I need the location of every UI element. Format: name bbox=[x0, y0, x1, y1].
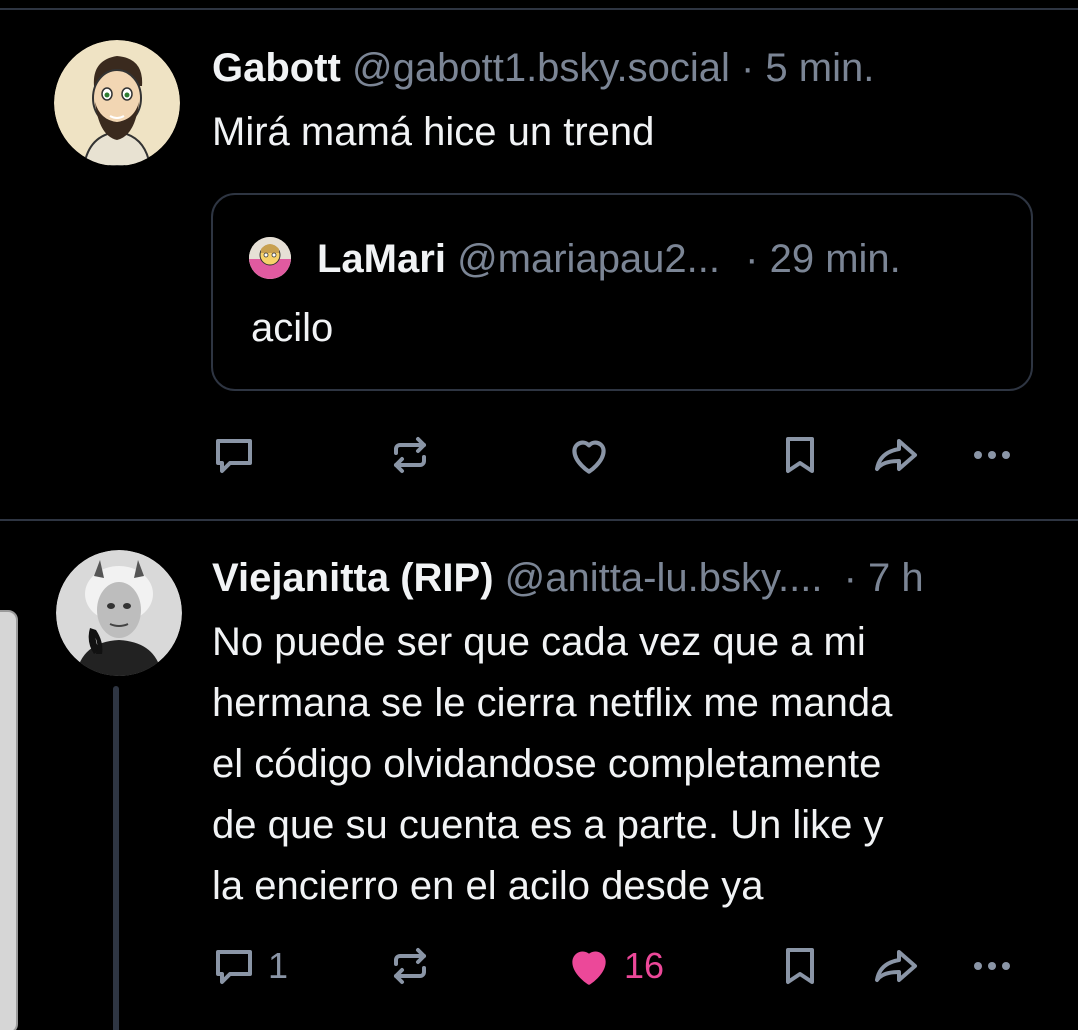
like-count: 16 bbox=[624, 945, 665, 986]
post-header: Gabott @gabott1.bsky.social · 5 min. bbox=[212, 46, 1058, 90]
post-text: No puede ser que cada vez que a mi herma… bbox=[212, 620, 893, 908]
bookmark-button[interactable] bbox=[776, 425, 824, 485]
author-handle[interactable]: @anitta-lu.bsky.... bbox=[505, 556, 823, 600]
bookmark-icon bbox=[786, 437, 814, 473]
separator-dot: · bbox=[740, 46, 755, 90]
reply-button[interactable]: 1 bbox=[210, 936, 288, 996]
quote-author-handle[interactable]: @mariapau2... bbox=[457, 237, 720, 281]
quote-separator-dot: · bbox=[745, 237, 759, 281]
repost-button[interactable] bbox=[386, 425, 444, 485]
more-button[interactable] bbox=[968, 936, 1016, 996]
quote-avatar[interactable] bbox=[249, 237, 291, 279]
share-icon bbox=[875, 950, 917, 982]
author-name[interactable]: Gabott bbox=[212, 46, 341, 90]
repost-icon bbox=[394, 948, 426, 984]
author-name[interactable]: Viejanitta (RIP) bbox=[212, 556, 494, 600]
quote-time[interactable]: 29 min. bbox=[770, 237, 901, 281]
reply-count: 1 bbox=[268, 945, 289, 986]
post-time[interactable]: 5 min. bbox=[765, 46, 874, 90]
reply-icon bbox=[216, 439, 252, 473]
bookmark-icon bbox=[786, 948, 814, 984]
repost-button[interactable] bbox=[386, 936, 444, 996]
post-actions: 1 16 bbox=[0, 936, 1078, 996]
avatar-gabott-image bbox=[54, 40, 180, 166]
quote-author-name[interactable]: LaMari bbox=[317, 237, 446, 281]
scrollbar-handle[interactable] bbox=[0, 610, 18, 1030]
more-button[interactable] bbox=[968, 425, 1016, 485]
more-icon bbox=[974, 962, 1010, 970]
like-icon bbox=[572, 440, 606, 474]
quote-text: acilo bbox=[251, 306, 334, 350]
share-button[interactable] bbox=[870, 425, 924, 485]
quote-header: LaMari @mariapau2... · 29 min. bbox=[317, 237, 901, 281]
feed: Gabott @gabott1.bsky.social · 5 min. Mir… bbox=[0, 0, 1078, 1030]
repost-icon bbox=[394, 437, 426, 473]
post-header: Viejanitta (RIP) @anitta-lu.bsky.... · 7… bbox=[212, 556, 1058, 600]
avatar-lamari-image bbox=[249, 237, 291, 279]
avatar[interactable] bbox=[54, 40, 180, 166]
like-filled-icon bbox=[572, 951, 606, 985]
share-icon bbox=[875, 439, 917, 471]
avatar-viejanitta-image bbox=[56, 550, 182, 676]
share-button[interactable] bbox=[870, 936, 924, 996]
post-time[interactable]: 7 h bbox=[868, 556, 924, 600]
bookmark-button[interactable] bbox=[776, 936, 824, 996]
quote-card[interactable]: LaMari @mariapau2... · 29 min. acilo bbox=[211, 193, 1033, 391]
reply-icon bbox=[216, 950, 252, 984]
post-gabott[interactable]: Gabott @gabott1.bsky.social · 5 min. Mir… bbox=[0, 0, 1078, 520]
more-icon bbox=[974, 451, 1010, 459]
like-button[interactable]: 16 bbox=[564, 936, 664, 996]
avatar[interactable] bbox=[56, 550, 182, 676]
post-viejanitta[interactable]: Viejanitta (RIP) @anitta-lu.bsky.... · 7… bbox=[0, 520, 1078, 1030]
separator-dot: · bbox=[843, 556, 857, 600]
like-button[interactable] bbox=[564, 425, 624, 485]
post-text: Mirá mamá hice un trend bbox=[212, 110, 655, 154]
author-handle[interactable]: @gabott1.bsky.social bbox=[352, 46, 730, 90]
post-actions bbox=[0, 425, 1078, 485]
reply-button[interactable] bbox=[210, 425, 268, 485]
